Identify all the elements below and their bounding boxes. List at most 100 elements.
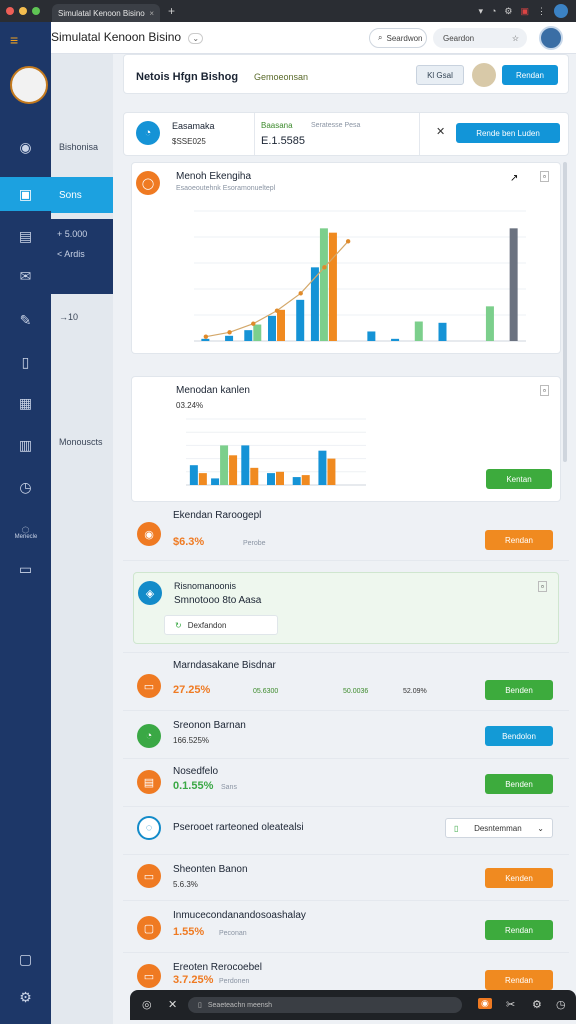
status-dot-icon[interactable]: ◎	[142, 998, 152, 1011]
nav-edit-icon[interactable]: ✎	[0, 303, 51, 337]
expand-icon[interactable]: ↗	[510, 173, 518, 184]
nav-calendar-bottom-icon[interactable]: ▢	[0, 942, 51, 976]
row3-button[interactable]: Benden	[485, 774, 553, 794]
app-title-text: Simulatal Kenoon Bisino	[51, 30, 182, 44]
nav-calendar-icon[interactable]: ▥	[0, 428, 51, 462]
side-item-4[interactable]: Monouscts	[51, 437, 113, 447]
info-menu-icon[interactable]: ▫	[538, 581, 547, 592]
side-submenu: + 5.000 < Ardis	[51, 219, 113, 294]
menu-box-icon[interactable]: ▫	[540, 171, 549, 182]
chart-bar	[241, 445, 250, 485]
side-subitem-2[interactable]: < Ardis	[51, 239, 113, 259]
nav-chart-icon[interactable]: ▤	[0, 219, 51, 253]
row0-title: Ekendan Raroogepl	[173, 510, 262, 521]
chart-bar	[292, 477, 301, 485]
timer-icon[interactable]: ◷	[556, 998, 566, 1011]
row4-title: Sheonten Banon	[173, 864, 248, 875]
tools-icon[interactable]: ✂	[506, 998, 515, 1011]
row1-title: Marndasakane Bisdnar	[173, 660, 276, 671]
user-avatar[interactable]	[539, 26, 563, 50]
chevron-down-icon[interactable]: ⌄	[188, 33, 204, 44]
star-icon[interactable]: ☆	[512, 34, 519, 43]
row5-button[interactable]: Rendan	[485, 920, 553, 940]
nav-home-icon[interactable]: ◉	[0, 130, 51, 164]
chart2-button[interactable]: Kentan	[486, 469, 552, 489]
header-primary-button[interactable]: Rendan	[502, 65, 558, 85]
maximize-window-button[interactable]	[32, 7, 40, 15]
tab-close-icon[interactable]: ×	[149, 9, 154, 18]
side-subitem-1[interactable]: + 5.000	[51, 219, 113, 239]
side-item-3[interactable]: →10	[51, 312, 113, 322]
close-window-button[interactable]	[6, 7, 14, 15]
side-item-active[interactable]: Sons	[51, 177, 113, 213]
row0-button[interactable]: Rendan	[485, 530, 553, 550]
app-title[interactable]: Simulatal Kenoon Bisino ⌄	[51, 30, 204, 44]
nav-document-icon[interactable]: ▯	[0, 345, 51, 379]
row6-title: Ereoten Rerocoebel	[173, 962, 262, 973]
row1-value: 27.25%	[173, 684, 211, 696]
new-tab-button[interactable]: +	[168, 4, 175, 18]
divider	[123, 758, 569, 759]
record-icon[interactable]: ◉	[478, 998, 492, 1009]
row6-icon: ▭	[137, 964, 161, 988]
chart-bar	[318, 450, 327, 485]
side-item-1[interactable]: Bishonisa	[51, 142, 113, 152]
chart-bar	[229, 455, 238, 485]
divider	[123, 806, 569, 807]
settings-icon[interactable]: ⚙	[504, 6, 512, 17]
header-secondary-button[interactable]: Kl Gsal	[416, 65, 464, 85]
info-card: ◈ Risnomanoonis Smnotooo 8to Aasa ▫ ↻ De…	[133, 572, 559, 644]
dock-search-input[interactable]: ▯ Seaeteachn meensh	[188, 997, 462, 1013]
info-button[interactable]: ↻ Dexfandon	[164, 615, 278, 635]
nav-report-icon[interactable]: ▦	[0, 386, 51, 420]
divider	[123, 652, 569, 653]
shield-icon[interactable]: ▣	[520, 6, 529, 17]
nav-dashboard-icon[interactable]: ▣	[0, 177, 51, 211]
main-content: Netois Hfgn Bishog Gemoeonsan Kl Gsal Re…	[123, 54, 569, 1024]
browser-toolbar: ▾ ◔ ⚙ ▣ ⋮	[478, 4, 568, 18]
row1-metric-b: 50.0036	[343, 688, 369, 695]
trend-point	[203, 334, 209, 339]
row2-button[interactable]: Bendolon	[485, 726, 553, 746]
nav-mail-icon[interactable]: ✉	[0, 259, 51, 293]
nav-chat-icon[interactable]: ◌	[0, 512, 51, 546]
close-icon[interactable]: ✕	[436, 125, 445, 138]
browser-tab[interactable]: Simulatal Kenoon Bisino ×	[52, 4, 160, 22]
info-line-1: Risnomanoonis	[174, 581, 237, 591]
more-icon[interactable]: ⋮	[537, 6, 546, 17]
browser-chrome: Simulatal Kenoon Bisino × + ▾ ◔ ⚙ ▣ ⋮	[0, 0, 576, 22]
row0-icon: ◉	[137, 522, 161, 546]
extension-icon[interactable]: ▾	[478, 6, 483, 17]
status-select[interactable]: ▯ Desntemman ⌄	[445, 818, 553, 838]
search-button[interactable]: ⌕ Seardwon	[369, 28, 427, 48]
nav-archive-icon[interactable]: ▭	[0, 552, 51, 586]
profile-avatar[interactable]	[554, 4, 568, 18]
settings-icon[interactable]: ⚙	[532, 998, 542, 1011]
bottom-dock: ◎ ✕ ▯ Seaeteachn meensh ◉ ✂ ⚙ ◷	[130, 990, 576, 1020]
trend-point	[227, 330, 232, 335]
left-nav: ≡ ◉ ▣ ▤ ✉ ✎ ▯ ▦ ▥ ◷ ◌ Menecle ▭ ▢ ⚙	[0, 22, 51, 1024]
trend-point	[274, 308, 280, 313]
menu-box-icon-2[interactable]: ▫	[540, 385, 549, 396]
row6-value: 3.7.25%	[173, 974, 214, 986]
info-button-label: Dexfandon	[187, 620, 227, 630]
scrollbar[interactable]	[563, 162, 567, 462]
close-icon[interactable]: ✕	[168, 998, 177, 1011]
stats-action-button[interactable]: Rende ben Luden	[456, 123, 560, 143]
nav-settings-icon[interactable]: ⚙	[0, 980, 51, 1014]
row2-title: Sreonon Barnan	[173, 720, 246, 731]
row5-icon: ▢	[137, 916, 161, 940]
row6-button[interactable]: Rendan	[485, 970, 553, 990]
header-avatar[interactable]	[472, 63, 496, 87]
nav-clock-icon[interactable]: ◷	[0, 470, 51, 504]
refresh-icon: ↻	[175, 620, 182, 630]
search-field[interactable]: Geardon ☆	[433, 28, 527, 48]
row4-button[interactable]: Kenden	[485, 868, 553, 888]
minimize-window-button[interactable]	[19, 7, 27, 15]
chart-bar	[327, 458, 336, 485]
menu-icon[interactable]: ≡	[10, 32, 18, 48]
row3-icon: ▤	[137, 770, 161, 794]
row1-button[interactable]: Benden	[485, 680, 553, 700]
chart-bar	[198, 473, 207, 485]
history-icon[interactable]: ◔	[491, 6, 496, 16]
